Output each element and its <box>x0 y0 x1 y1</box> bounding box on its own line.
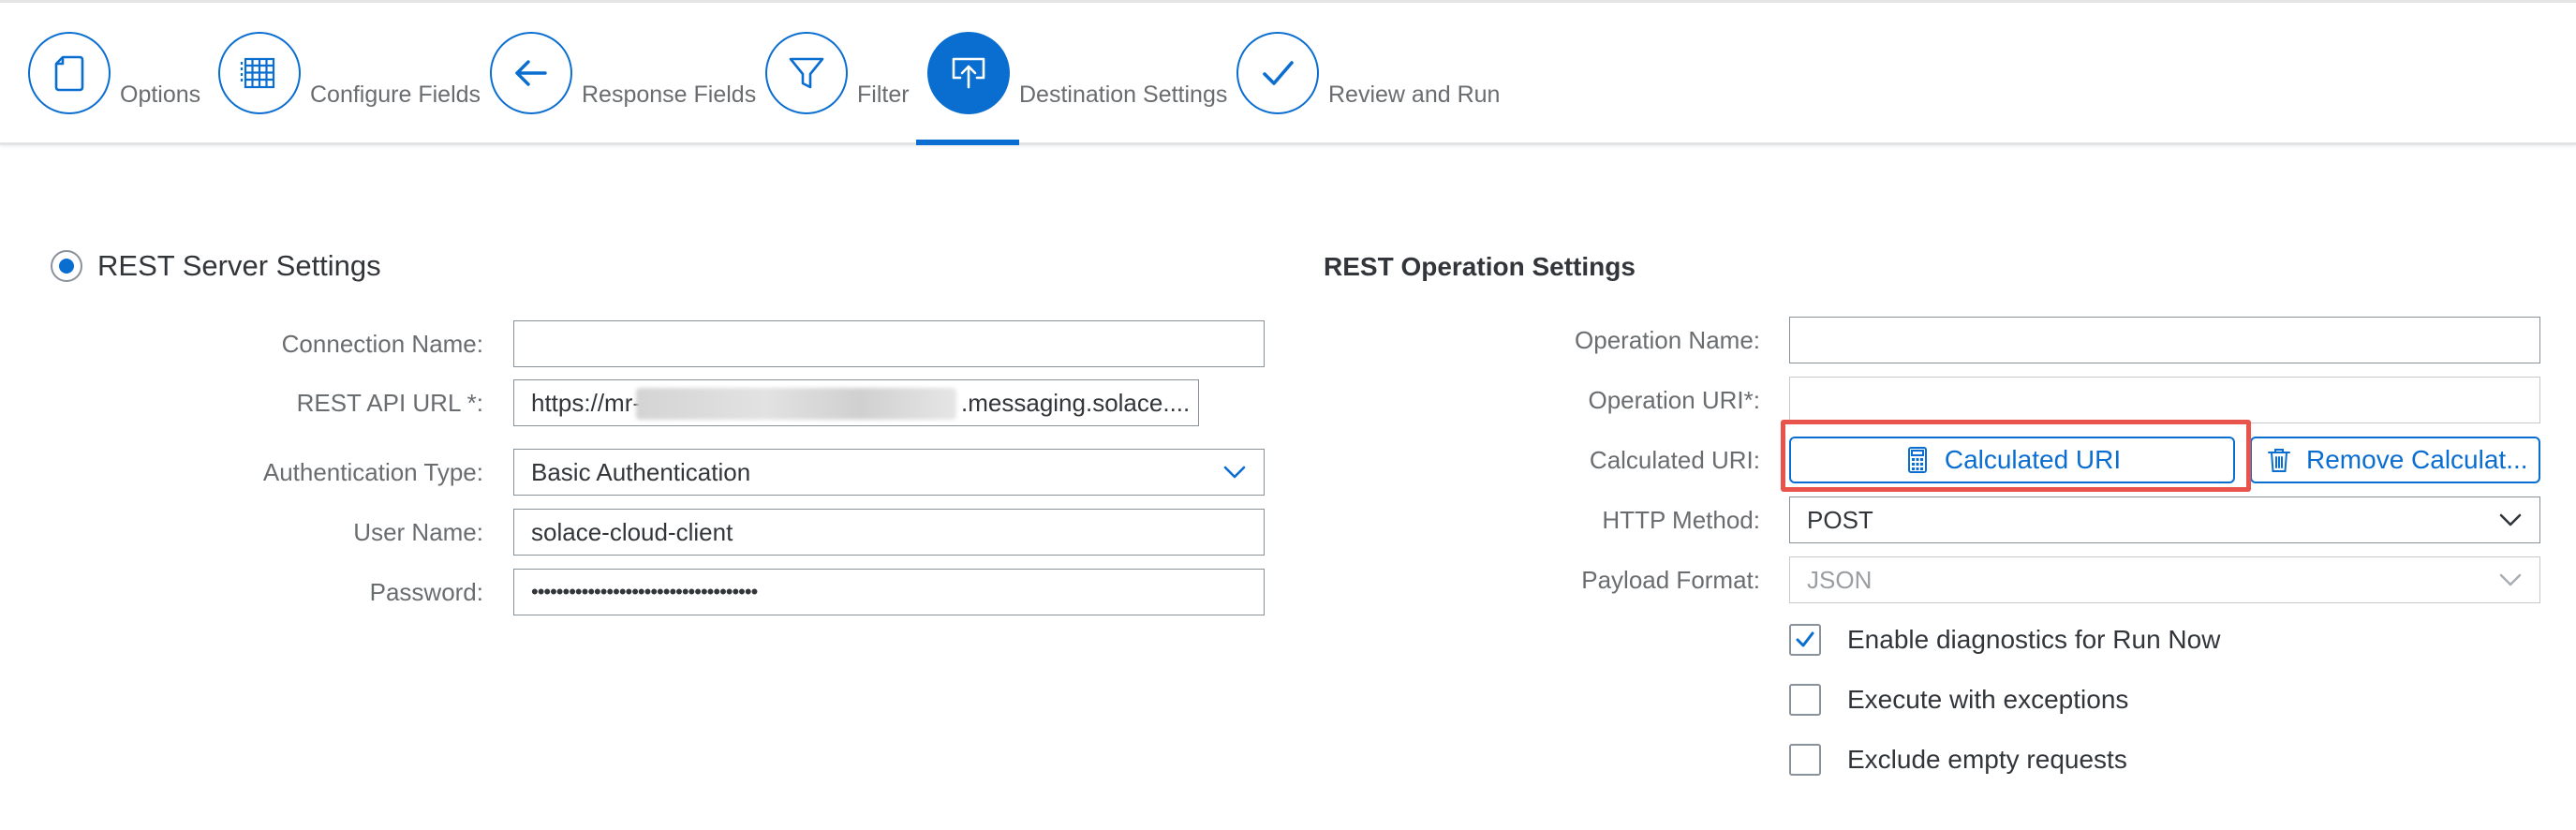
wizard-step-destination-settings[interactable]: Destination Settings <box>927 32 1227 118</box>
execute-with-exceptions-label: Execute with exceptions <box>1847 685 2129 714</box>
operation-uri-input[interactable] <box>1789 377 2540 423</box>
wizard-step-label: Filter <box>857 82 910 108</box>
rest-api-url-input[interactable]: https://mr- .messaging.solace.... <box>513 379 1199 426</box>
url-prefix: https://mr- <box>531 389 642 417</box>
password-input[interactable]: •••••••••••••••••••••••••••••••••••• <box>513 569 1265 615</box>
execute-with-exceptions-checkbox[interactable] <box>1789 684 1821 716</box>
http-method-select[interactable]: POST <box>1789 497 2540 543</box>
enable-diagnostics-checkbox[interactable] <box>1789 624 1821 656</box>
calculated-uri-highlight-box <box>1781 420 2251 492</box>
wizard-step-label: Destination Settings <box>1019 82 1228 108</box>
exclude-empty-requests-checkbox[interactable] <box>1789 744 1821 776</box>
chevron-down-icon <box>2499 573 2522 586</box>
authentication-type-label: Authentication Type: <box>262 458 483 486</box>
operation-uri-label: Operation URI*: <box>1588 386 1760 414</box>
wizard-step-bar: Options Configure Fields Response Fields <box>0 3 2576 145</box>
remove-calculated-uri-label: Remove Calculat... <box>2306 445 2528 474</box>
wizard-step-review-and-run[interactable]: Review and Run <box>1236 32 1500 118</box>
rest-server-settings-title: REST Server Settings <box>97 249 381 282</box>
chevron-down-icon <box>2499 513 2522 526</box>
payload-format-value: JSON <box>1807 566 1873 594</box>
redacted-hostname <box>636 388 956 420</box>
connection-name-label: Connection Name: <box>281 330 483 358</box>
authentication-type-select[interactable]: Basic Authentication <box>513 449 1265 496</box>
wizard-step-label: Review and Run <box>1328 82 1501 108</box>
calculated-uri-label: Calculated URI: <box>1589 446 1760 474</box>
exclude-empty-requests-option[interactable]: Exclude empty requests <box>1789 744 2127 776</box>
rest-operation-settings-title: REST Operation Settings <box>1324 252 1636 281</box>
document-icon <box>28 32 111 114</box>
payload-format-select: JSON <box>1789 556 2540 603</box>
wizard-step-label: Response Fields <box>582 82 757 108</box>
checkmark-icon <box>1796 631 1814 647</box>
operation-name-label: Operation Name: <box>1575 326 1760 354</box>
upload-screen-icon <box>927 32 1010 114</box>
http-method-value: POST <box>1807 506 1873 534</box>
chevron-down-icon <box>1223 466 1246 479</box>
table-grid-icon <box>218 32 301 114</box>
wizard-step-filter[interactable]: Filter <box>765 32 910 118</box>
filter-icon <box>765 32 848 114</box>
user-name-input[interactable]: solace-cloud-client <box>513 509 1265 556</box>
execute-with-exceptions-option[interactable]: Execute with exceptions <box>1789 684 2128 716</box>
exclude-empty-requests-label: Exclude empty requests <box>1847 745 2127 774</box>
enable-diagnostics-option[interactable]: Enable diagnostics for Run Now <box>1789 624 2220 656</box>
rest-server-radio[interactable] <box>51 250 82 282</box>
checkmark-icon <box>1236 32 1319 114</box>
wizard-step-label: Options <box>120 82 201 108</box>
remove-calculated-uri-button[interactable]: Remove Calculat... <box>2250 437 2540 483</box>
wizard-step-response-fields[interactable]: Response Fields <box>490 32 756 118</box>
authentication-type-value: Basic Authentication <box>531 458 751 486</box>
enable-diagnostics-label: Enable diagnostics for Run Now <box>1847 625 2221 654</box>
password-label: Password: <box>369 578 483 606</box>
wizard-step-label: Configure Fields <box>310 82 481 108</box>
wizard-step-configure-fields[interactable]: Configure Fields <box>218 32 481 118</box>
http-method-label: HTTP Method: <box>1602 506 1760 534</box>
radio-selected-dot <box>59 259 74 274</box>
user-name-label: User Name: <box>353 518 483 546</box>
active-step-indicator <box>916 140 1019 145</box>
payload-format-label: Payload Format: <box>1581 566 1760 594</box>
rest-api-url-label: REST API URL *: <box>296 389 483 417</box>
url-suffix: .messaging.solace.... <box>961 389 1191 417</box>
arrow-left-icon <box>490 32 572 114</box>
connection-name-input[interactable] <box>513 320 1265 367</box>
wizard-step-options[interactable]: Options <box>28 32 200 118</box>
trash-icon <box>2268 449 2290 472</box>
operation-name-input[interactable] <box>1789 317 2540 363</box>
